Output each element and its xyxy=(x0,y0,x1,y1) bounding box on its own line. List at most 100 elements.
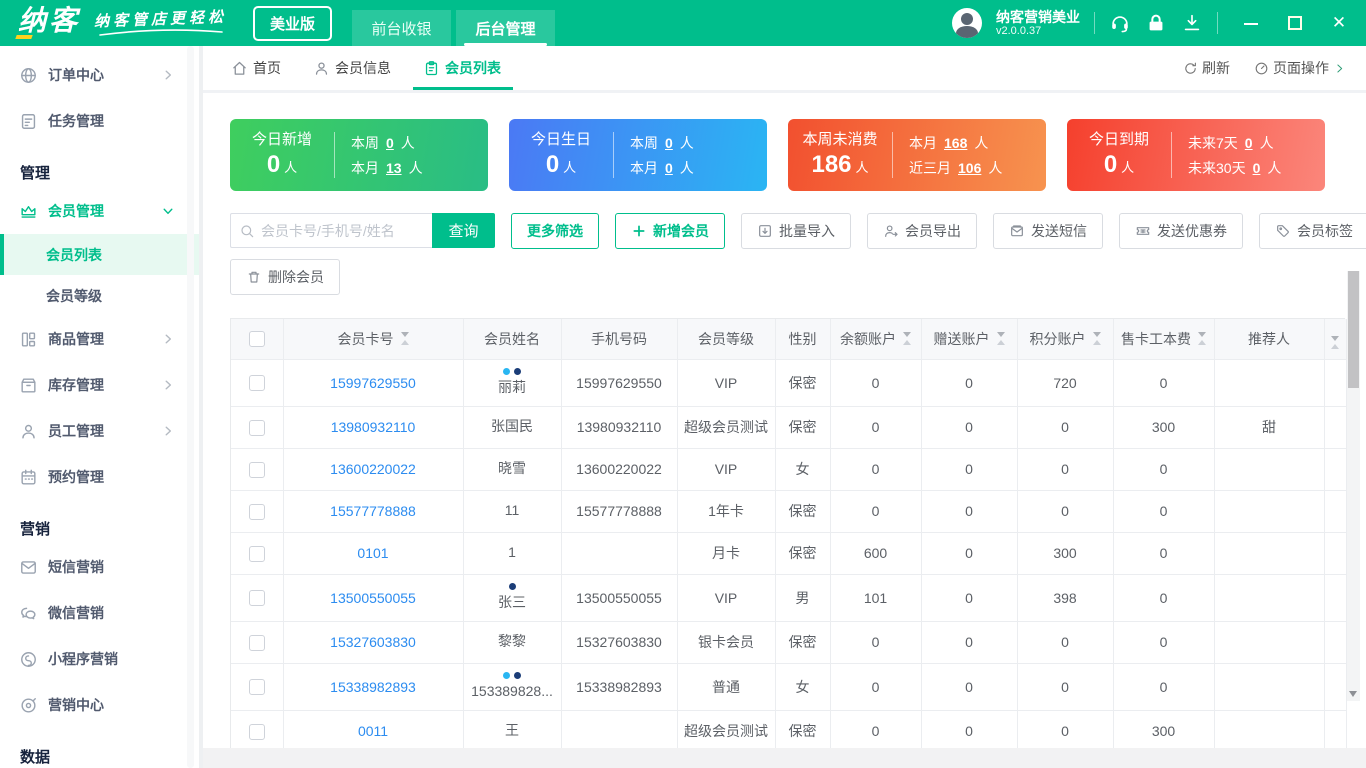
sidebar-item-label: 员工管理 xyxy=(48,421,104,441)
stat-detail-value[interactable]: 0 xyxy=(665,135,673,151)
sort-control[interactable] xyxy=(401,332,409,345)
export-user-icon xyxy=(883,223,899,239)
sidebar-item-员工管理[interactable]: 员工管理 xyxy=(0,408,199,454)
会员导出-button[interactable]: 会员导出 xyxy=(867,213,977,249)
headset-icon[interactable] xyxy=(1109,12,1131,34)
row-checkbox[interactable] xyxy=(249,546,265,562)
row-checkbox[interactable] xyxy=(249,420,265,436)
column-header-gift[interactable]: 赠送账户 xyxy=(921,319,1017,359)
column-header-balance[interactable]: 余额账户 xyxy=(830,319,921,359)
scrollbar-thumb[interactable] xyxy=(1348,271,1359,388)
sidebar-section-营销: 营销 xyxy=(0,500,199,544)
更多筛选-button[interactable]: 更多筛选 xyxy=(511,213,599,249)
column-header-fee[interactable]: 售卡工本费 xyxy=(1113,319,1214,359)
row-checkbox[interactable] xyxy=(249,635,265,651)
select-all-checkbox[interactable] xyxy=(249,331,265,347)
sort-control[interactable] xyxy=(997,332,1005,345)
page-tab-会员信息[interactable]: 会员信息 xyxy=(313,46,391,90)
search-button[interactable]: 查询 xyxy=(432,213,495,248)
lock-icon[interactable] xyxy=(1145,12,1167,34)
close-button[interactable]: ✕ xyxy=(1330,14,1348,32)
sidebar-item-会员管理[interactable]: 会员管理 xyxy=(0,188,199,234)
批量导入-button[interactable]: 批量导入 xyxy=(741,213,851,249)
member-card-link[interactable]: 13980932110 xyxy=(331,419,416,435)
sidebar-item-短信营销[interactable]: 短信营销 xyxy=(0,544,199,590)
avatar[interactable] xyxy=(952,8,982,38)
row-checkbox[interactable] xyxy=(249,375,265,391)
stat-detail-value[interactable]: 0 xyxy=(665,160,673,176)
发送短信-button[interactable]: 发送短信 xyxy=(993,213,1103,249)
tag-dot xyxy=(514,672,521,679)
row-checkbox[interactable] xyxy=(249,504,265,520)
stat-detail-label: 本月 xyxy=(630,158,658,178)
row-checkbox[interactable] xyxy=(249,679,265,695)
cell-referrer xyxy=(1214,359,1324,406)
新增会员-button[interactable]: 新增会员 xyxy=(615,213,725,249)
sidebar-section-数据: 数据 xyxy=(0,728,199,768)
发送优惠券-button[interactable]: 发送优惠券 xyxy=(1119,213,1243,249)
cell-balance: 600 xyxy=(830,532,921,574)
stat-detail-value[interactable]: 0 xyxy=(1253,160,1261,176)
row-checkbox[interactable] xyxy=(249,724,265,740)
sidebar-item-任务管理[interactable]: 任务管理 xyxy=(0,98,199,144)
会员标签-button[interactable]: 会员标签 xyxy=(1259,213,1366,249)
page-tab-首页[interactable]: 首页 xyxy=(231,46,281,90)
stat-detail-value[interactable]: 168 xyxy=(944,135,967,151)
column-label: 售卡工本费 xyxy=(1121,329,1191,349)
button-label: 批量导入 xyxy=(779,221,835,241)
titlebar-tab-前台收银[interactable]: 前台收银 xyxy=(352,10,451,46)
sidebar-item-库存管理[interactable]: 库存管理 xyxy=(0,362,199,408)
column-header-points[interactable]: 积分账户 xyxy=(1017,319,1113,359)
tagline-text: 纳客管店更轻松 xyxy=(94,6,228,32)
sidebar-item-小程序营销[interactable]: 小程序营销 xyxy=(0,636,199,682)
sidebar-item-会员等级[interactable]: 会员等级 xyxy=(0,275,199,316)
maximize-button[interactable] xyxy=(1286,14,1304,32)
sort-control[interactable] xyxy=(1198,332,1206,345)
refresh-button[interactable]: 刷新 xyxy=(1183,58,1230,78)
edition-badge[interactable]: 美业版 xyxy=(253,6,332,41)
page-tab-label: 会员列表 xyxy=(445,58,501,78)
download-icon[interactable] xyxy=(1181,12,1203,34)
sort-control[interactable] xyxy=(903,332,911,345)
stat-detail-value[interactable]: 0 xyxy=(1245,135,1253,151)
row-checkbox[interactable] xyxy=(249,590,265,606)
sort-control[interactable] xyxy=(1331,336,1339,349)
sidebar-scrollbar[interactable] xyxy=(187,46,194,768)
sidebar-item-营销中心[interactable]: 营销中心 xyxy=(0,682,199,728)
stat-detail-value[interactable]: 106 xyxy=(958,160,981,176)
search-input[interactable] xyxy=(261,223,442,239)
page-ops-button[interactable]: 页面操作 xyxy=(1254,58,1346,78)
cell-clipped xyxy=(1324,359,1346,406)
sidebar-item-会员列表[interactable]: 会员列表 xyxy=(0,234,199,275)
minimize-button[interactable] xyxy=(1242,14,1260,32)
member-card-link[interactable]: 15327603830 xyxy=(330,634,416,650)
sort-control[interactable] xyxy=(1093,332,1101,345)
cell-fee: 0 xyxy=(1113,621,1214,663)
stat-card-今日到期: 今日到期0人未来7天0人未来30天0人 xyxy=(1067,119,1325,191)
sidebar-item-微信营销[interactable]: 微信营销 xyxy=(0,590,199,636)
scroll-down-arrow[interactable] xyxy=(1349,691,1357,697)
member-card-link[interactable]: 15338982893 xyxy=(330,679,416,695)
sidebar-item-商品管理[interactable]: 商品管理 xyxy=(0,316,199,362)
button-label: 会员标签 xyxy=(1297,221,1353,241)
horizontal-scroll-area[interactable] xyxy=(203,748,1366,768)
page-tab-会员列表[interactable]: 会员列表 xyxy=(423,46,501,90)
sidebar-item-订单中心[interactable]: 订单中心 xyxy=(0,52,199,98)
stat-detail-value[interactable]: 13 xyxy=(386,160,402,176)
member-card-link[interactable]: 15577778888 xyxy=(330,503,416,519)
stat-detail-value[interactable]: 0 xyxy=(386,135,394,151)
cell-level: 超级会员测试 xyxy=(677,406,775,448)
member-card-link[interactable]: 13500550055 xyxy=(330,590,416,606)
member-card-link[interactable]: 15997629550 xyxy=(330,375,416,391)
sidebar-item-预约管理[interactable]: 预约管理 xyxy=(0,454,199,500)
member-card-link[interactable]: 0101 xyxy=(357,545,388,561)
column-header-card[interactable]: 会员卡号 xyxy=(283,319,463,359)
row-select-cell xyxy=(231,532,283,574)
删除会员-button[interactable]: 删除会员 xyxy=(230,259,340,295)
vertical-scrollbar[interactable] xyxy=(1347,271,1360,701)
titlebar-tab-后台管理[interactable]: 后台管理 xyxy=(456,10,555,46)
member-card-link[interactable]: 0011 xyxy=(358,723,388,739)
crown-icon xyxy=(19,202,38,221)
row-checkbox[interactable] xyxy=(249,462,265,478)
member-card-link[interactable]: 13600220022 xyxy=(330,461,416,477)
